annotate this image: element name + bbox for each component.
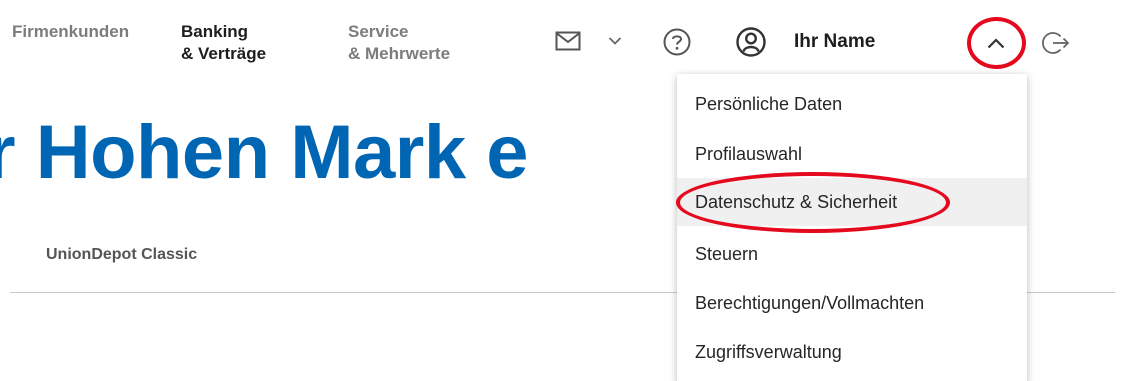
- menu-item-berechtigungen-vollmachten[interactable]: Berechtigungen/Vollmachten: [677, 279, 1027, 327]
- chevron-up-icon[interactable]: [981, 30, 1011, 56]
- menu-item-datenschutz-sicherheit[interactable]: Datenschutz & Sicherheit: [677, 178, 1027, 226]
- nav-service-mehrwerte[interactable]: Service & Mehrwerte: [348, 21, 450, 65]
- nav-service-label-line1: Service: [348, 22, 409, 41]
- bank-title: r Hohen Mark e: [0, 110, 529, 195]
- nav-service-label-line2: & Mehrwerte: [348, 44, 451, 63]
- menu-item-zugriffsverwaltung[interactable]: Zugriffsverwaltung: [677, 328, 1027, 376]
- chevron-down-icon[interactable]: [605, 33, 625, 49]
- user-name[interactable]: Ihr Name: [794, 31, 875, 53]
- help-icon[interactable]: [661, 26, 693, 58]
- profile-dropdown-menu: Persönliche Daten Profilauswahl Datensch…: [677, 74, 1027, 381]
- nav-banking-label-line2: & Verträge: [181, 44, 267, 63]
- user-icon[interactable]: [734, 25, 768, 59]
- subnav-item-uniondepot-classic[interactable]: UnionDepot Classic: [46, 246, 197, 264]
- menu-item-profilauswahl[interactable]: Profilauswahl: [677, 130, 1027, 178]
- menu-item-steuern[interactable]: Steuern: [677, 230, 1027, 278]
- nav-banking-label-line1: Banking: [181, 22, 249, 41]
- nav-banking-vertraege[interactable]: Banking & Verträge: [181, 21, 266, 65]
- nav-firmenkunden-label: Firmenkunden: [12, 22, 130, 41]
- menu-item-persoenliche-daten[interactable]: Persönliche Daten: [677, 80, 1027, 128]
- mail-icon[interactable]: [553, 28, 583, 54]
- logout-icon[interactable]: [1040, 28, 1074, 58]
- nav-firmenkunden[interactable]: Firmenkunden: [12, 21, 129, 43]
